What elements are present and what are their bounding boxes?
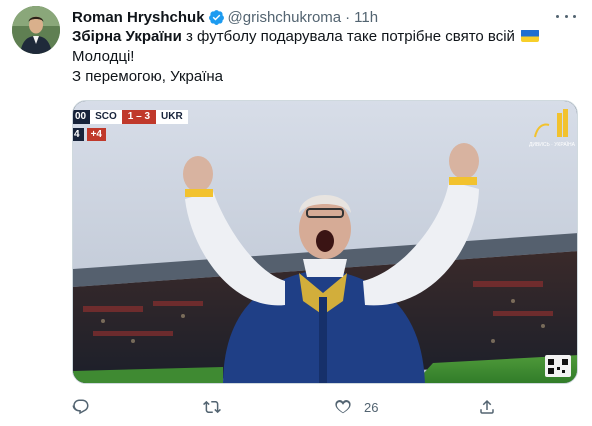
tweet[interactable]: Roman Hryshchuk @grishchukroma · 11h Збі… (0, 0, 592, 426)
more-dot (564, 14, 568, 18)
tweet-bold-text: Збірна України (72, 28, 182, 45)
tweet-line-2: Молодці! (72, 48, 135, 65)
added-time: +4 (86, 128, 106, 141)
display-name[interactable]: Roman Hryshchuk (72, 9, 205, 26)
tweet-line-1: Збірна України з футболу подарувала таке… (72, 27, 572, 47)
verified-badge-icon (208, 9, 224, 25)
more-dot (573, 14, 576, 18)
avatar-image (12, 6, 60, 54)
media-image[interactable]: 00 SCO 1 – 3 UKR 4 +4 ДИВИСЬ · УКРАЇНА (72, 100, 578, 384)
share-button[interactable] (478, 396, 496, 418)
score-bug: 00 SCO 1 – 3 UKR (73, 110, 188, 124)
timestamp[interactable]: 11h (354, 9, 378, 26)
more-dot (556, 14, 559, 18)
share-icon (480, 399, 494, 414)
retweet-icon (203, 400, 221, 414)
home-team: SCO (90, 110, 122, 124)
avatar[interactable] (12, 6, 60, 54)
reply-button[interactable] (72, 396, 90, 418)
ukraine-flag-icon (520, 29, 539, 42)
match-clock: 00 (73, 110, 91, 124)
stoppage-time: 4 +4 (73, 128, 106, 141)
action-bar: 26 (72, 396, 512, 418)
away-team: UKR (156, 110, 188, 124)
like-button[interactable]: 26 (334, 396, 378, 418)
handle[interactable]: @grishchukroma (228, 9, 342, 26)
more-options-icon[interactable] (556, 8, 576, 24)
like-icon (335, 400, 351, 414)
photo-celebrating-coach (73, 101, 577, 383)
tweet-line-3: З перемогою, Україна (72, 68, 223, 85)
tweet-header: Roman Hryshchuk @grishchukroma · 11h (72, 7, 378, 27)
channel-caption: ДИВИСЬ · УКРАЇНА (528, 142, 575, 148)
like-count: 26 (364, 399, 379, 415)
tweet-line-1-rest: з футболу подарувала таке потрібне свято… (181, 28, 515, 45)
qr-code-icon (545, 355, 571, 377)
stoppage-minute: 4 (73, 128, 84, 141)
retweet-button[interactable] (203, 396, 221, 418)
match-score: 1 – 3 (121, 110, 157, 124)
tweet-text: Збірна України з футболу подарувала таке… (72, 27, 572, 87)
separator-dot: · (345, 8, 351, 26)
reply-icon (72, 399, 89, 415)
